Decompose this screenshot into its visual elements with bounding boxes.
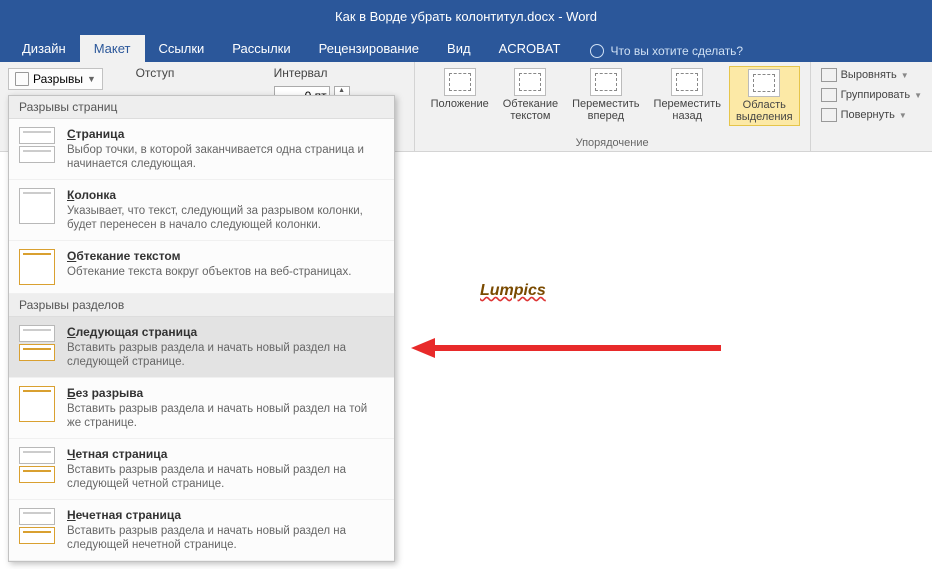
lightbulb-icon	[590, 44, 604, 58]
tell-me-search[interactable]: Что вы хотите сделать?	[582, 40, 751, 62]
item-title: Четная страница	[67, 447, 384, 461]
annotation-arrow	[411, 338, 721, 358]
item-title: Страница	[67, 127, 384, 141]
item-title: Обтекание текстом	[67, 249, 384, 263]
wrap-break-icon	[19, 249, 55, 285]
tab-design[interactable]: Дизайн	[8, 35, 80, 62]
group-icon	[821, 88, 837, 102]
item-desc: Выбор точки, в которой заканчивается одн…	[67, 143, 384, 171]
selection-pane-button[interactable]: Область выделения	[729, 66, 800, 126]
arrow-line	[431, 345, 721, 351]
item-desc: Обтекание текста вокруг объектов на веб-…	[67, 265, 384, 279]
dropdown-section-page-breaks: Разрывы страниц	[9, 96, 394, 119]
indent-label: Отступ	[136, 66, 266, 80]
title-bar: Как в Ворде убрать колонтитул.docx - Wor…	[0, 0, 932, 33]
break-even-page[interactable]: Четная страница Вставить разрыв раздела и…	[9, 439, 394, 500]
bring-forward-button[interactable]: Переместить вперед	[566, 66, 645, 126]
page-break-icon	[19, 127, 55, 163]
break-page[interactable]: Страница Выбор точки, в которой заканчива…	[9, 119, 394, 180]
next-page-icon	[19, 325, 55, 361]
break-odd-page[interactable]: Нечетная страница Вставить разрыв раздела…	[9, 500, 394, 561]
continuous-icon	[19, 386, 55, 422]
item-desc: Вставить разрыв раздела и начать новый р…	[67, 341, 384, 369]
break-column[interactable]: Колонка Указывает, что текст, следующий з…	[9, 180, 394, 241]
even-page-icon	[19, 447, 55, 483]
tab-mailings[interactable]: Рассылки	[218, 35, 304, 62]
align-button[interactable]: Выровнять▼	[817, 66, 926, 84]
break-text-wrapping[interactable]: Обтекание текстом Обтекание текста вокруг…	[9, 241, 394, 294]
tab-references[interactable]: Ссылки	[145, 35, 219, 62]
tab-acrobat[interactable]: ACROBAT	[485, 35, 575, 62]
window-title: Как в Ворде убрать колонтитул.docx - Wor…	[335, 9, 597, 24]
breaks-icon	[15, 72, 29, 86]
position-button[interactable]: Положение	[425, 66, 495, 126]
align-icon	[821, 68, 837, 82]
wrap-icon	[514, 68, 546, 96]
forward-icon	[590, 68, 622, 96]
item-title: Нечетная страница	[67, 508, 384, 522]
rotate-icon	[821, 108, 837, 122]
arrange-group-label: Упорядочение	[425, 137, 800, 149]
chevron-down-icon: ▼	[901, 71, 909, 80]
chevron-down-icon: ▼	[87, 74, 96, 84]
tab-layout[interactable]: Макет	[80, 35, 145, 62]
arrange-side-buttons: Выровнять▼ Группировать▼ Повернуть▼	[811, 62, 932, 151]
item-title: Следующая страница	[67, 325, 384, 339]
selection-icon	[748, 69, 780, 97]
column-break-icon	[19, 188, 55, 224]
tell-me-label: Что вы хотите сделать?	[610, 44, 743, 58]
chevron-down-icon: ▼	[899, 111, 907, 120]
group-button[interactable]: Группировать▼	[817, 86, 926, 104]
item-desc: Вставить разрыв раздела и начать новый р…	[67, 463, 384, 491]
interval-label: Интервал	[274, 66, 404, 80]
ribbon: Разрывы ▼ Отступ Интервал 0 пт ▲▼ 8 пт ▲…	[0, 62, 932, 152]
item-desc: Указывает, что текст, следующий за разры…	[67, 204, 384, 232]
breaks-button[interactable]: Разрывы ▼	[8, 68, 103, 90]
backward-icon	[671, 68, 703, 96]
breaks-label: Разрывы	[33, 72, 83, 86]
tab-view[interactable]: Вид	[433, 35, 485, 62]
break-next-page[interactable]: Следующая страница Вставить разрыв раздел…	[9, 317, 394, 378]
tab-review[interactable]: Рецензирование	[305, 35, 433, 62]
item-title: Колонка	[67, 188, 384, 202]
send-backward-button[interactable]: Переместить назад	[648, 66, 727, 126]
item-desc: Вставить разрыв раздела и начать новый р…	[67, 402, 384, 430]
break-continuous[interactable]: Без разрыва Вставить разрыв раздела и нач…	[9, 378, 394, 439]
wrap-text-button[interactable]: Обтекание текстом	[497, 66, 564, 126]
rotate-button[interactable]: Повернуть▼	[817, 106, 926, 124]
chevron-down-icon: ▼	[914, 91, 922, 100]
arrange-group: Положение Обтекание текстом Переместить …	[415, 62, 811, 151]
ribbon-tabs: Дизайн Макет Ссылки Рассылки Рецензирова…	[0, 33, 932, 62]
odd-page-icon	[19, 508, 55, 544]
breaks-dropdown: Разрывы страниц Страница Выбор точки, в к…	[8, 95, 395, 562]
dropdown-section-section-breaks: Разрывы разделов	[9, 294, 394, 317]
position-icon	[444, 68, 476, 96]
item-title: Без разрыва	[67, 386, 384, 400]
document-text: Lumpics	[480, 282, 546, 300]
item-desc: Вставить разрыв раздела и начать новый р…	[67, 524, 384, 552]
